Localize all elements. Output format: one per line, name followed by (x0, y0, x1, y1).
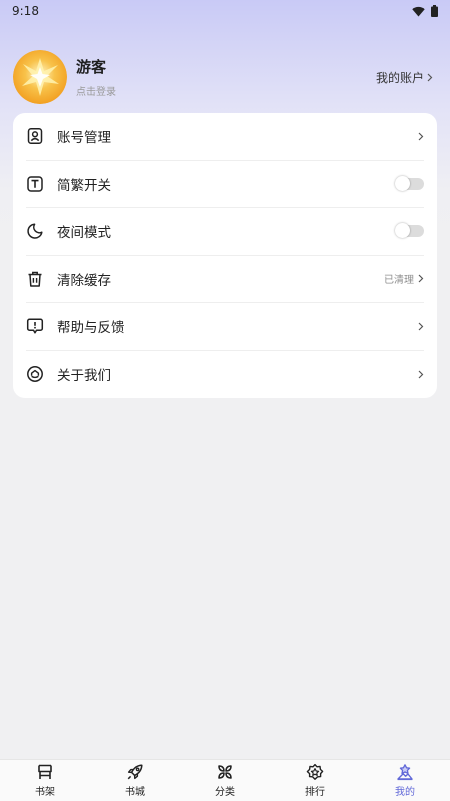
my-account-link[interactable]: 我的账户 (376, 69, 433, 86)
login-hint[interactable]: 点击登录 (76, 83, 116, 98)
settings-card: 账号管理 简繁开关 夜间模式 清除缓存 已清理 帮助与反馈 关于我们 (13, 113, 437, 398)
status-bar: 9:18 (0, 0, 450, 22)
chevron-right-icon (418, 132, 424, 141)
status-time: 9:18 (12, 4, 39, 18)
profile-header: 游客 点击登录 我的账户 (13, 49, 437, 105)
cache-status: 已清理 (384, 275, 414, 287)
tab-label: 分类 (215, 787, 235, 798)
moon-icon (26, 222, 44, 240)
my-account-label: 我的账户 (375, 70, 424, 85)
night-mode-toggle[interactable] (395, 223, 424, 239)
row-right: 已清理 (384, 271, 424, 286)
avatar-image (13, 50, 67, 104)
about-icon (26, 365, 44, 383)
menu-item-label: 清除缓存 (57, 272, 111, 289)
tab-ranking[interactable]: 排行 (270, 760, 360, 801)
tab-label: 书架 (35, 787, 55, 798)
wifi-icon (412, 6, 425, 16)
menu-item-label: 帮助与反馈 (57, 320, 125, 337)
tab-bookshelf[interactable]: 书架 (0, 760, 90, 801)
tab-category[interactable]: 分类 (180, 760, 270, 801)
menu-item-simplified-traditional: 简繁开关 (26, 161, 424, 208)
status-icons (412, 5, 438, 17)
menu-item-label: 简繁开关 (57, 177, 111, 194)
rocket-icon (127, 764, 143, 780)
row-right (418, 132, 424, 141)
toggle-knob (395, 223, 410, 239)
ranking-icon (306, 763, 324, 780)
tab-label: 我的 (395, 787, 415, 798)
menu-item-about-us[interactable]: 关于我们 (26, 351, 424, 399)
row-right (395, 175, 424, 191)
simplified-traditional-toggle[interactable] (395, 175, 424, 191)
profile-text: 游客 点击登录 (76, 57, 116, 98)
trash-icon (26, 270, 44, 288)
menu-item-label: 账号管理 (57, 130, 111, 147)
chevron-right-icon (418, 274, 424, 283)
battery-icon (431, 5, 438, 17)
menu-item-label: 关于我们 (57, 368, 111, 385)
menu-item-clear-cache[interactable]: 清除缓存 已清理 (26, 256, 424, 303)
username: 游客 (76, 57, 107, 76)
tab-label: 书城 (125, 787, 145, 798)
tab-label: 排行 (305, 787, 325, 798)
toggle-knob (395, 175, 410, 191)
tab-mine[interactable]: 我的 (360, 760, 450, 801)
row-right (418, 322, 424, 331)
menu-item-help-feedback[interactable]: 帮助与反馈 (26, 303, 424, 351)
avatar[interactable] (13, 50, 67, 104)
row-right (395, 223, 424, 239)
chevron-right-icon (418, 370, 424, 379)
account-icon (26, 127, 44, 145)
category-icon (218, 765, 232, 779)
bottom-tab-bar: 书架 书城 分类 排行 我的 (0, 759, 450, 801)
feedback-icon (26, 317, 44, 335)
tab-bookstore[interactable]: 书城 (90, 760, 180, 801)
menu-item-night-mode: 夜间模式 (26, 208, 424, 256)
menu-item-label: 夜间模式 (57, 225, 111, 242)
menu-item-account-management[interactable]: 账号管理 (26, 113, 424, 161)
row-right (418, 370, 424, 379)
text-t-icon (26, 175, 44, 193)
chevron-right-icon (418, 322, 424, 331)
bookshelf-icon (38, 764, 52, 779)
mine-icon (397, 764, 413, 781)
chevron-right-icon (427, 73, 433, 81)
